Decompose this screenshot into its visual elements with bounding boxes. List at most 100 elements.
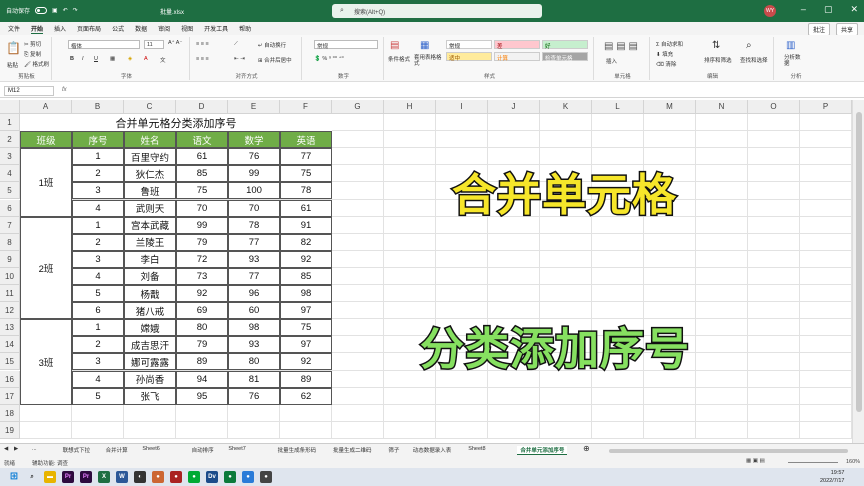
table-cell[interactable]: 97 bbox=[280, 336, 332, 354]
premiere-icon[interactable]: Pr bbox=[62, 471, 74, 483]
sheet-tab[interactable]: 批量生成条形码 bbox=[278, 446, 317, 454]
table-cell[interactable]: 76 bbox=[228, 148, 280, 166]
fill-button[interactable]: ⬇ 填充 bbox=[656, 50, 673, 58]
table-cell[interactable]: 2 bbox=[72, 233, 124, 251]
table-cell[interactable]: 93 bbox=[228, 336, 280, 354]
ribbon-tab[interactable]: 页面布局 bbox=[77, 24, 101, 33]
sheet-tab[interactable]: 动态数据录入表 bbox=[413, 446, 452, 454]
table-cell[interactable]: 刘备 bbox=[124, 267, 176, 285]
find-select-icon[interactable]: ⌕ bbox=[746, 40, 752, 51]
column-header[interactable]: L bbox=[592, 100, 644, 114]
search-box[interactable]: ⌕ 搜索(Alt+Q) bbox=[332, 4, 542, 18]
row-header[interactable]: 2 bbox=[0, 131, 20, 149]
table-cell[interactable]: 4 bbox=[72, 199, 124, 217]
style-calculation[interactable]: 计算 bbox=[494, 52, 540, 62]
table-cell[interactable]: 75 bbox=[280, 319, 332, 337]
row-header[interactable]: 12 bbox=[0, 302, 20, 320]
table-cell[interactable]: 85 bbox=[280, 267, 332, 285]
app-icon-2[interactable]: ● bbox=[152, 471, 164, 483]
sheet-tab[interactable]: Sheet7 bbox=[228, 446, 245, 452]
fill-color-icon[interactable]: ◈ bbox=[128, 56, 132, 62]
analyze-data-icon[interactable]: ▥ bbox=[786, 40, 795, 51]
table-cell[interactable]: 张飞 bbox=[124, 387, 176, 405]
cut-button[interactable]: ✂ 剪切 bbox=[24, 40, 41, 48]
minimize-icon[interactable]: – bbox=[801, 4, 806, 15]
sheet-tab[interactable]: 筛子 bbox=[388, 446, 399, 454]
name-box[interactable]: M12 bbox=[4, 86, 54, 96]
insert-cells-button[interactable]: 插入 bbox=[606, 57, 617, 65]
row-header[interactable]: 9 bbox=[0, 250, 20, 268]
sheet-tab[interactable]: 自动排序 bbox=[192, 446, 214, 454]
style-bad[interactable]: 差 bbox=[494, 40, 540, 50]
column-header[interactable]: C bbox=[124, 100, 176, 114]
format-painter-button[interactable]: 🖌 格式刷 bbox=[24, 60, 49, 68]
paste-button[interactable]: 粘贴 bbox=[7, 61, 18, 69]
table-cell[interactable]: 77 bbox=[228, 233, 280, 251]
class-merged-cell[interactable]: 1班 bbox=[20, 148, 72, 217]
column-header[interactable]: O bbox=[748, 100, 800, 114]
left-align-icon[interactable]: ≡ ≡ ≡ bbox=[196, 56, 209, 62]
app-icon-3[interactable]: ● bbox=[170, 471, 182, 483]
ribbon-tab[interactable]: 审阅 bbox=[158, 24, 170, 33]
table-cell[interactable]: 75 bbox=[176, 182, 228, 200]
add-sheet-icon[interactable]: ⊕ bbox=[583, 444, 590, 453]
table-cell[interactable]: 兰陵王 bbox=[124, 233, 176, 251]
column-header[interactable]: A bbox=[20, 100, 72, 114]
table-cell[interactable]: 李白 bbox=[124, 250, 176, 268]
table-cell[interactable]: 89 bbox=[280, 370, 332, 388]
conditional-format-button[interactable]: 条件格式 bbox=[388, 55, 410, 63]
row-header[interactable]: 10 bbox=[0, 267, 20, 285]
table-cell[interactable]: 杨戬 bbox=[124, 285, 176, 303]
table-cell[interactable]: 72 bbox=[176, 250, 228, 268]
table-cell[interactable]: 猪八戒 bbox=[124, 302, 176, 320]
davinci-icon[interactable]: Dv bbox=[206, 471, 218, 483]
font-size-select[interactable]: 11 bbox=[144, 40, 164, 49]
table-cell[interactable]: 78 bbox=[228, 216, 280, 234]
row-header[interactable]: 14 bbox=[0, 336, 20, 354]
table-cell[interactable]: 92 bbox=[280, 353, 332, 371]
table-cell[interactable]: 99 bbox=[228, 165, 280, 183]
table-cell[interactable]: 2 bbox=[72, 165, 124, 183]
column-header[interactable]: P bbox=[800, 100, 852, 114]
save-icon[interactable]: ▣ bbox=[52, 7, 58, 14]
row-header[interactable]: 17 bbox=[0, 387, 20, 405]
sheet-tab[interactable]: 联想式下拉 bbox=[63, 446, 91, 454]
table-cell[interactable]: 80 bbox=[228, 353, 280, 371]
table-cell[interactable]: 97 bbox=[280, 302, 332, 320]
merge-center-button[interactable]: ⊞ 合并后居中 bbox=[258, 56, 292, 64]
table-cell[interactable]: 1 bbox=[72, 148, 124, 166]
column-header[interactable]: M bbox=[644, 100, 696, 114]
underline-button[interactable]: U bbox=[94, 56, 98, 62]
style-good[interactable]: 好 bbox=[542, 40, 588, 50]
table-cell[interactable]: 1 bbox=[72, 319, 124, 337]
fx-icon[interactable]: fx bbox=[62, 87, 67, 93]
row-header[interactable]: 6 bbox=[0, 199, 20, 217]
user-avatar[interactable]: WY bbox=[764, 5, 776, 17]
clear-button[interactable]: ⌫ 清除 bbox=[656, 60, 676, 68]
row-header[interactable]: 8 bbox=[0, 233, 20, 251]
prev-sheet-icon[interactable]: ◀ bbox=[4, 446, 8, 452]
column-header[interactable]: I bbox=[436, 100, 488, 114]
table-cell[interactable]: 60 bbox=[228, 302, 280, 320]
table-cell[interactable]: 80 bbox=[176, 319, 228, 337]
table-cell[interactable]: 2 bbox=[72, 336, 124, 354]
class-merged-cell[interactable]: 2班 bbox=[20, 216, 72, 320]
table-cell[interactable]: 76 bbox=[228, 387, 280, 405]
worksheet-grid[interactable]: A B C D E F G H I J K L M N O P 1 2 3 4 5 6 7 8 9 10 11 12 13 14 15 16 1… bbox=[0, 100, 852, 443]
bold-button[interactable]: B bbox=[70, 56, 74, 62]
table-cell[interactable]: 77 bbox=[280, 148, 332, 166]
clock[interactable]: 19:57 2022/7/17 bbox=[820, 469, 844, 485]
table-cell[interactable]: 4 bbox=[72, 267, 124, 285]
table-cell[interactable]: 5 bbox=[72, 285, 124, 303]
italic-button[interactable]: I bbox=[82, 56, 84, 62]
file-explorer-icon[interactable]: ▬ bbox=[44, 471, 56, 483]
column-header[interactable]: E bbox=[228, 100, 280, 114]
style-normal[interactable]: 常规 bbox=[446, 40, 492, 50]
conditional-format-icon[interactable]: ▤ bbox=[390, 40, 399, 51]
orientation-icon[interactable]: ⟋ bbox=[234, 41, 238, 48]
wrap-text-button[interactable]: ↵ 自动换行 bbox=[258, 41, 286, 49]
table-cell[interactable]: 75 bbox=[280, 165, 332, 183]
phonetic-icon[interactable]: 文 bbox=[160, 56, 166, 64]
autosave-toggle[interactable] bbox=[35, 7, 48, 14]
ribbon-tab[interactable]: 视图 bbox=[181, 24, 193, 33]
